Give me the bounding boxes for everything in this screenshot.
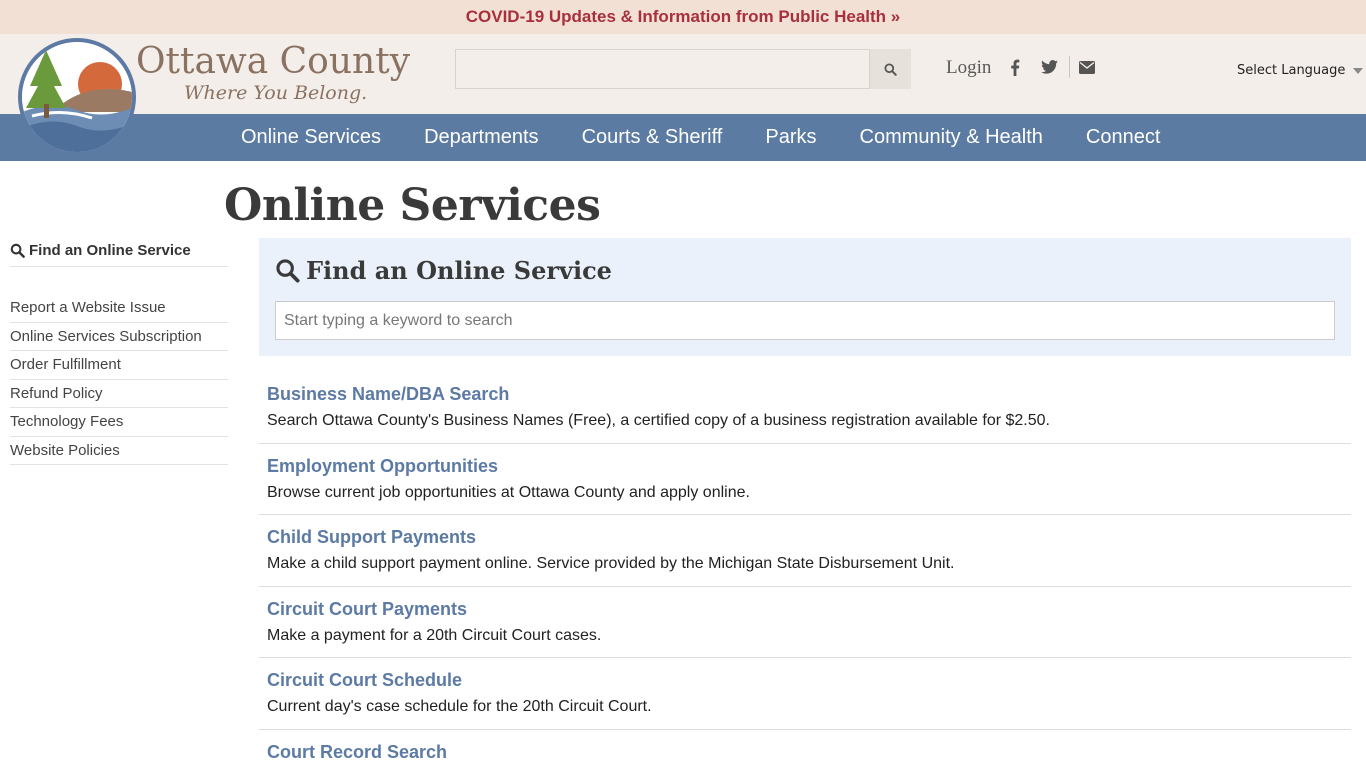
sidebar-item-report-issue[interactable]: Report a Website Issue: [10, 294, 228, 323]
service-title-link[interactable]: Business Name/DBA Search: [267, 383, 1351, 405]
login-link[interactable]: Login: [946, 57, 991, 79]
covid-alert-bar: COVID-19 Updates & Information from Publ…: [0, 0, 1366, 34]
sidebar-item-order-fulfillment[interactable]: Order Fulfillment: [10, 351, 228, 380]
email-icon: [1078, 60, 1095, 74]
facebook-icon: [1011, 59, 1020, 76]
chevron-down-icon: [1353, 67, 1364, 74]
list-item: Circuit Court Schedule Current day's cas…: [259, 658, 1351, 730]
site-search-button[interactable]: [870, 49, 911, 89]
service-title-link[interactable]: Circuit Court Payments: [267, 598, 1351, 620]
logo-wordmark[interactable]: Ottawa County Where You Belong.: [136, 41, 411, 105]
service-description: Browse current job opportunities at Otta…: [267, 483, 750, 501]
twitter-icon: [1040, 60, 1058, 74]
facebook-link[interactable]: [1008, 57, 1022, 77]
site-search: [455, 49, 911, 89]
service-description: Search Ottawa County's Business Names (F…: [267, 412, 1050, 429]
service-description: Make a child support payment online. Ser…: [267, 555, 955, 572]
site-search-input[interactable]: [455, 49, 870, 89]
search-icon: [884, 62, 897, 76]
nav-parks[interactable]: Parks: [765, 126, 816, 149]
sidebar-item-refund-policy[interactable]: Refund Policy: [10, 380, 228, 408]
main-nav: Online Services Departments Courts & She…: [0, 114, 1366, 161]
find-service-panel: Find an Online Service: [259, 238, 1351, 356]
list-item: Circuit Court Payments Make a payment fo…: [259, 587, 1351, 658]
logo-tagline: Where You Belong.: [184, 82, 368, 104]
sidebar: Find an Online Service Report a Website …: [10, 238, 228, 465]
search-icon: [10, 243, 25, 258]
find-service-input[interactable]: [275, 301, 1335, 340]
sidebar-item-website-policies[interactable]: Website Policies: [10, 437, 228, 465]
sidebar-find-service[interactable]: Find an Online Service: [10, 238, 228, 267]
list-item: Business Name/DBA Search Search Ottawa C…: [259, 372, 1351, 444]
service-title-link[interactable]: Circuit Court Schedule: [267, 669, 1351, 691]
nav-online-services[interactable]: Online Services: [241, 126, 381, 149]
social-divider: [1069, 56, 1070, 78]
list-item: Employment Opportunities Browse current …: [259, 444, 1351, 515]
nav-courts-sheriff[interactable]: Courts & Sheriff: [582, 126, 723, 149]
logo-emblem-icon: [22, 42, 132, 152]
language-select-label: Select Language: [1237, 63, 1346, 78]
language-select[interactable]: Select Language: [1237, 63, 1364, 78]
find-service-heading-text: Find an Online Service: [306, 256, 612, 285]
nav-departments[interactable]: Departments: [424, 126, 539, 149]
sidebar-links: Report a Website Issue Online Services S…: [10, 294, 228, 465]
list-item: Child Support Payments Make a child supp…: [259, 515, 1351, 587]
service-title-link[interactable]: Child Support Payments: [267, 526, 1351, 548]
sidebar-item-subscription[interactable]: Online Services Subscription: [10, 323, 228, 351]
nav-connect[interactable]: Connect: [1086, 126, 1161, 149]
county-logo[interactable]: [18, 38, 136, 156]
services-list: Business Name/DBA Search Search Ottawa C…: [259, 372, 1351, 768]
logo-title: Ottawa County: [136, 41, 411, 82]
service-title-link[interactable]: Court Record Search: [267, 741, 1351, 763]
find-service-heading: Find an Online Service: [275, 256, 612, 285]
list-item: Court Record Search: [259, 730, 1351, 768]
service-description: Make a payment for a 20th Circuit Court …: [267, 626, 602, 644]
email-link[interactable]: [1078, 57, 1095, 77]
twitter-link[interactable]: [1040, 57, 1058, 77]
service-title-link[interactable]: Employment Opportunities: [267, 455, 1351, 477]
covid-alert-link[interactable]: COVID-19 Updates & Information from Publ…: [466, 7, 901, 27]
page-title: Online Services: [224, 180, 601, 231]
search-icon: [276, 259, 300, 283]
sidebar-find-label: Find an Online Service: [29, 242, 191, 259]
service-description: Current day's case schedule for the 20th…: [267, 698, 652, 715]
sidebar-item-technology-fees[interactable]: Technology Fees: [10, 408, 228, 437]
nav-community-health[interactable]: Community & Health: [860, 126, 1043, 149]
